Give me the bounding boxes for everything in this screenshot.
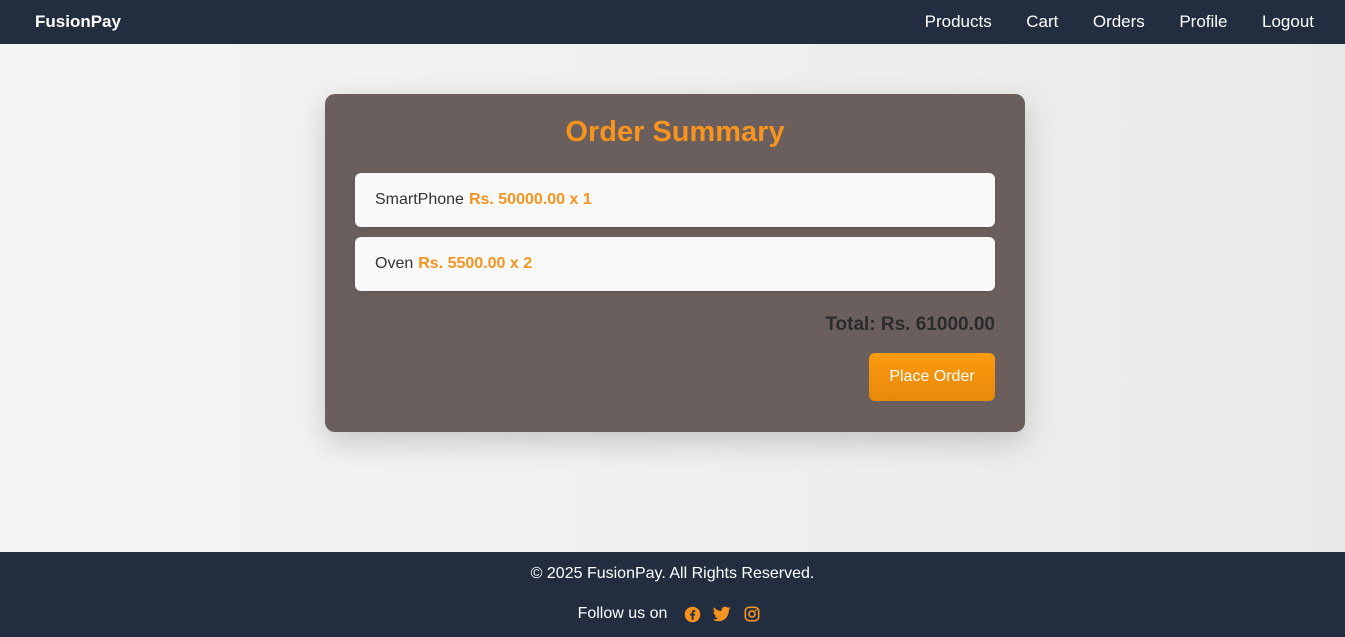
- footer: © 2025 FusionPay. All Rights Reserved. F…: [0, 552, 1345, 637]
- button-row: Place Order: [355, 353, 995, 401]
- follow-text: Follow us on: [577, 605, 668, 622]
- item-name: Oven: [375, 255, 414, 272]
- item-quantity: x 1: [569, 191, 592, 208]
- order-item: SmartPhone Rs. 50000.00 x 1: [355, 173, 995, 227]
- twitter-icon[interactable]: [713, 605, 732, 623]
- place-order-button[interactable]: Place Order: [869, 353, 995, 401]
- order-item: Oven Rs. 5500.00 x 2: [355, 237, 995, 291]
- order-summary-card: Order Summary SmartPhone Rs. 50000.00 x …: [325, 94, 1025, 432]
- nav-link-logout[interactable]: Logout: [1262, 12, 1314, 32]
- brand-logo[interactable]: FusionPay: [35, 12, 121, 32]
- nav-link-products[interactable]: Products: [925, 12, 992, 32]
- copyright-text: © 2025 FusionPay. All Rights Reserved.: [530, 565, 815, 582]
- nav-link-cart[interactable]: Cart: [1026, 12, 1058, 32]
- nav-link-profile[interactable]: Profile: [1179, 12, 1227, 32]
- order-summary-title: Order Summary: [565, 116, 785, 148]
- nav-links: Products Cart Orders Profile Logout: [925, 12, 1314, 32]
- navbar: FusionPay Products Cart Orders Profile L…: [0, 0, 1345, 44]
- item-quantity: x 2: [509, 255, 533, 272]
- nav-link-orders[interactable]: Orders: [1093, 12, 1145, 32]
- item-price: Rs. 5500.00: [418, 255, 506, 272]
- facebook-icon[interactable]: [683, 605, 701, 623]
- order-total: Total: Rs. 61000.00: [825, 314, 995, 335]
- order-items-list: SmartPhone Rs. 50000.00 x 1 Oven Rs. 550…: [355, 173, 995, 291]
- social-links: Follow us on: [0, 605, 1345, 623]
- item-price: Rs. 50000.00: [468, 191, 566, 208]
- item-name: SmartPhone: [375, 191, 464, 208]
- instagram-icon[interactable]: [743, 605, 761, 623]
